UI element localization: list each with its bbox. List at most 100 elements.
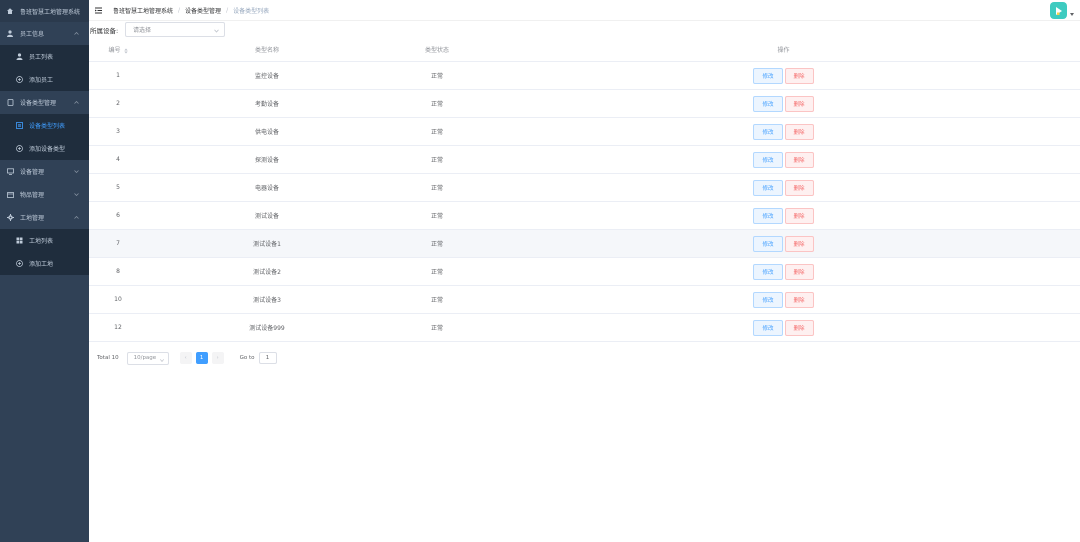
sidebar-brand[interactable]: 鲁班智慧工地管理系统: [0, 0, 89, 22]
breadcrumb-item-device-type[interactable]: 设备类型管理: [185, 6, 221, 15]
delete-button[interactable]: 删除: [784, 263, 814, 280]
sidebar-menu: 员工信息员工列表添加员工设备类型管理设备类型列表 添加设备类型设备管理物品管理工地…: [0, 22, 89, 275]
goto-label: Go to: [239, 355, 255, 361]
sidebar-item-4[interactable]: 设备类型列表: [0, 114, 89, 137]
cell-id: 2: [89, 89, 147, 118]
cell-actions: 修改 删除: [487, 229, 1080, 258]
edit-button[interactable]: 修改: [753, 151, 783, 168]
sidebar-item-2[interactable]: 添加员工: [0, 68, 89, 91]
edit-button[interactable]: 修改: [753, 319, 783, 336]
table-header-row: 编号 类型名称 类型状态 操作: [89, 38, 1080, 62]
edit-button[interactable]: 修改: [753, 263, 783, 280]
prev-page-button[interactable]: ‹: [179, 352, 192, 364]
header-id[interactable]: 编号: [89, 38, 147, 62]
plus-circle-icon: [16, 145, 23, 152]
cell-id: 6: [89, 201, 147, 230]
delete-button[interactable]: 删除: [784, 179, 814, 196]
chevron-down-icon: [74, 192, 79, 197]
table-row: 4 探测设备 正常 修改 删除: [89, 145, 1080, 174]
sidebar-item-6[interactable]: 设备管理: [0, 160, 89, 183]
sidebar-item-label: 员工列表: [29, 54, 54, 61]
chevron-down-icon: [74, 169, 79, 174]
goto-input[interactable]: 1: [258, 352, 277, 364]
gear-icon: [7, 214, 14, 221]
sidebar-item-5[interactable]: 添加设备类型: [0, 137, 89, 160]
breadcrumb-item-home[interactable]: 鲁班智慧工地管理系统: [113, 6, 173, 15]
header-actions: 操作: [487, 38, 1080, 62]
sidebar-item-label: 物品管理: [20, 192, 45, 199]
sidebar-item-1[interactable]: 员工列表: [0, 45, 89, 68]
cell-actions: 修改 删除: [487, 61, 1080, 90]
cell-status: 正常: [387, 61, 487, 90]
cell-status: 正常: [387, 145, 487, 174]
cell-status: 正常: [387, 285, 487, 314]
caret-down-icon[interactable]: [1070, 11, 1074, 16]
delete-button[interactable]: 删除: [784, 67, 814, 84]
sidebar-item-label: 工地列表: [29, 238, 54, 245]
sidebar-item-9[interactable]: 工地列表: [0, 229, 89, 252]
person-icon: [16, 53, 23, 60]
edit-button[interactable]: 修改: [753, 95, 783, 112]
cell-id: 7: [89, 229, 147, 258]
chevron-down-icon: [159, 358, 164, 362]
goto-page: Go to 1: [240, 352, 277, 364]
cell-name: 测试设备1: [147, 229, 387, 258]
cell-actions: 修改 删除: [487, 201, 1080, 230]
cell-name: 考勤设备: [147, 89, 387, 118]
edit-button[interactable]: 修改: [753, 179, 783, 196]
edit-button[interactable]: 修改: [753, 123, 783, 140]
delete-button[interactable]: 删除: [784, 319, 814, 336]
edit-button[interactable]: 修改: [753, 291, 783, 308]
sidebar-item-3[interactable]: 设备类型管理: [0, 91, 89, 114]
page-size-select[interactable]: 10/page: [126, 351, 169, 365]
cell-actions: 修改 删除: [487, 257, 1080, 286]
table-row: 2 考勤设备 正常 修改 删除: [89, 89, 1080, 118]
header-status: 类型状态: [387, 38, 487, 62]
avatar-icon: [1055, 6, 1062, 15]
cell-actions: 修改 删除: [487, 145, 1080, 174]
table-row: 3 供电设备 正常 修改 删除: [89, 117, 1080, 146]
sidebar-item-label: 设备类型列表: [29, 123, 66, 130]
delete-button[interactable]: 删除: [784, 123, 814, 140]
chevron-up-icon: [74, 31, 79, 36]
edit-button[interactable]: 修改: [753, 235, 783, 252]
sidebar-item-0[interactable]: 员工信息: [0, 22, 89, 45]
cell-name: 测试设备2: [147, 257, 387, 286]
delete-button[interactable]: 删除: [784, 291, 814, 308]
brand-title: 鲁班智慧工地管理系统: [20, 8, 81, 16]
device-select[interactable]: 请选择: [125, 22, 225, 37]
cell-actions: 修改 删除: [487, 285, 1080, 314]
sidebar-item-label: 工地管理: [20, 215, 45, 222]
cell-status: 正常: [387, 229, 487, 258]
sidebar-item-8[interactable]: 工地管理: [0, 206, 89, 229]
cell-id: 8: [89, 257, 147, 286]
device-type-table: 编号 类型名称 类型状态 操作 1 监控设备 正常 修改 删除 2 考勤设备 正常 修改 删除 3 供…: [89, 38, 1080, 342]
cell-status: 正常: [387, 201, 487, 230]
sidebar-item-label: 添加设备类型: [29, 146, 66, 153]
grid-icon: [16, 237, 23, 244]
sidebar-item-label: 添加员工: [29, 77, 54, 84]
edit-button[interactable]: 修改: [753, 67, 783, 84]
delete-button[interactable]: 删除: [784, 151, 814, 168]
delete-button[interactable]: 删除: [784, 95, 814, 112]
cell-id: 5: [89, 173, 147, 202]
delete-button[interactable]: 删除: [784, 207, 814, 224]
cell-name: 测试设备999: [147, 313, 387, 342]
sidebar-item-7[interactable]: 物品管理: [0, 183, 89, 206]
sidebar-item-label: 设备管理: [20, 169, 45, 176]
cell-name: 监控设备: [147, 61, 387, 90]
sidebar-item-label: 员工信息: [20, 31, 45, 38]
page-number-1[interactable]: 1: [195, 352, 208, 364]
delete-button[interactable]: 删除: [784, 235, 814, 252]
cell-status: 正常: [387, 89, 487, 118]
sort-icon[interactable]: [123, 48, 128, 54]
chevron-down-icon: [214, 28, 219, 33]
pagination: Total 10 10/page ‹ 1 › Go to 1: [97, 351, 277, 365]
breadcrumb-separator: /: [178, 6, 181, 14]
sidebar-item-10[interactable]: 添加工地: [0, 252, 89, 275]
hamburger-icon[interactable]: [95, 7, 102, 14]
edit-button[interactable]: 修改: [753, 207, 783, 224]
next-page-button[interactable]: ›: [211, 352, 224, 364]
avatar[interactable]: [1050, 2, 1067, 19]
cell-actions: 修改 删除: [487, 173, 1080, 202]
